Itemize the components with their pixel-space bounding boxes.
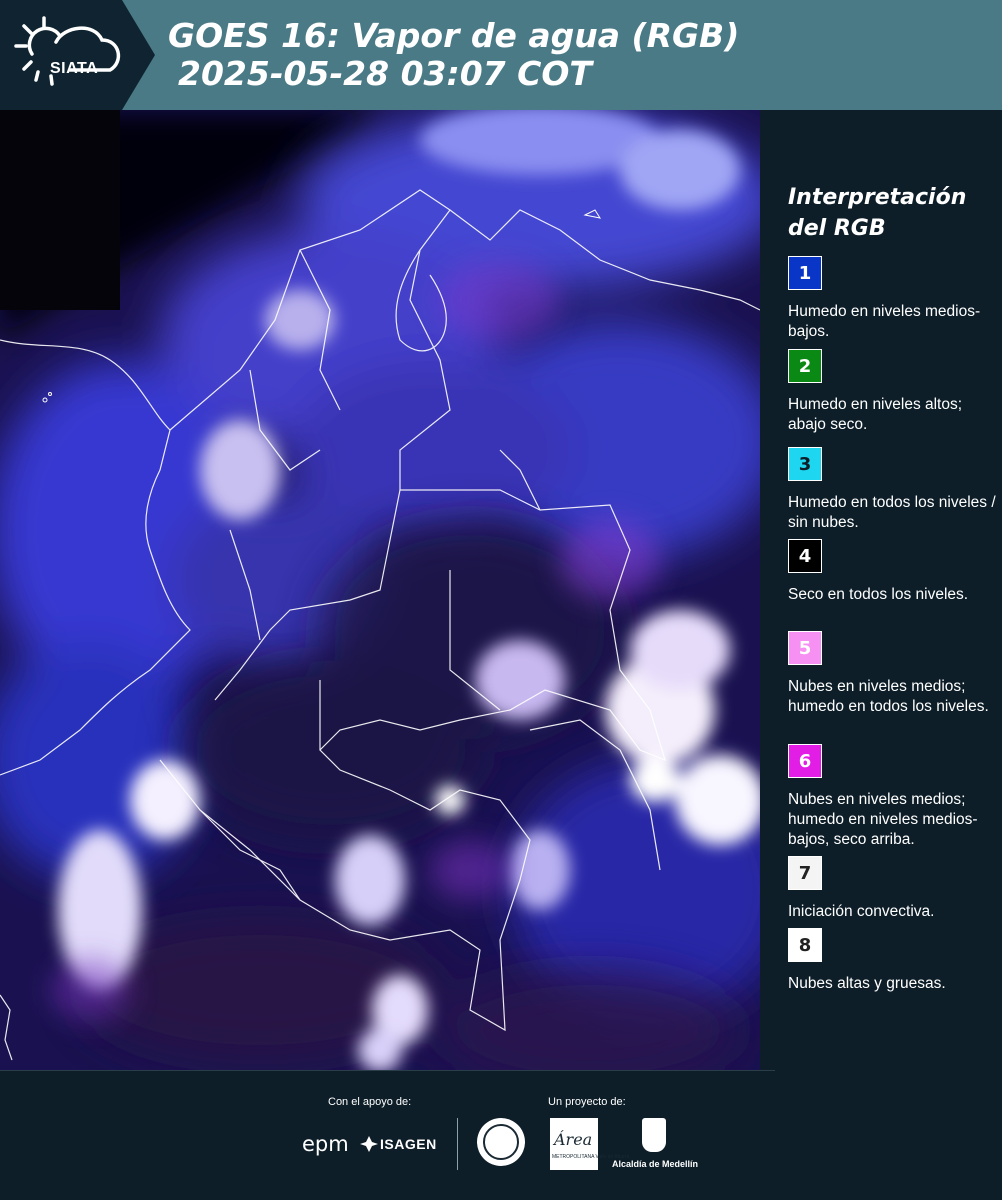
legend-item-8: 8 Nubes altas y gruesas. [788,928,998,994]
area-logo-text: Área [554,1130,593,1149]
legend-panel: Interpretación del RGB 1 Humedo en nivel… [760,110,1002,1070]
legend-swatch: 8 [788,928,822,962]
sun-cloud-icon [14,16,121,86]
support-label: Con el apoyo de: [328,1096,412,1108]
legend-title: Interpretación del RGB [788,182,966,244]
legend-number: 1 [798,262,812,284]
footer-divider [457,1118,458,1170]
legend-item-1: 1 Humedo en niveles medios-bajos. [788,256,998,342]
legend-item-4: 4 Seco en todos los niveles. [788,539,998,605]
legend-number: 2 [798,355,812,377]
legend-swatch: 7 [788,856,822,890]
alcaldia-logo-text: Alcaldía de Medellín [612,1159,699,1169]
legend-item-2: 2 Humedo en niveles altos; abajo seco. [788,349,998,435]
legend-label: Nubes en niveles medios; humedo en nivel… [788,791,978,848]
seal-logo [477,1118,525,1166]
area-metropolitana-logo: Área METROPOLITANA Valle de Aburrá [550,1118,629,1170]
legend-title-line1: Interpretación [788,185,967,210]
logo-text: SIATA [50,60,99,77]
legend-label: Nubes altas y gruesas. [788,975,946,992]
legend-swatch: 3 [788,447,822,481]
legend-item-6: 6 Nubes en niveles medios; humedo en niv… [788,744,998,850]
legend-item-5: 5 Nubes en niveles medios; humedo en tod… [788,631,998,717]
legend-item-3: 3 Humedo en todos los niveles / sin nube… [788,447,998,533]
legend-label: Seco en todos los niveles. [788,586,969,603]
legend-label: Humedo en niveles medios-bajos. [788,303,981,340]
legend-swatch: 2 [788,349,822,383]
isagen-logo: ISAGEN [380,1136,437,1152]
legend-label: Iniciación convectiva. [788,903,935,920]
siata-logo: SIATA [14,14,126,94]
legend-label: Humedo en niveles altos; abajo seco. [788,396,963,433]
page-timestamp: 2025-05-28 03:07 COT [178,54,592,93]
footer: Con el apoyo de: Un proyecto de: epm ISA… [0,1070,1002,1200]
legend-item-7: 7 Iniciación convectiva. [788,856,998,922]
legend-title-line2: del RGB [788,216,886,241]
legend-label: Nubes en niveles medios; humedo en todos… [788,678,989,715]
legend-number: 6 [798,750,812,772]
legend-number: 5 [798,637,812,659]
legend-swatch: 4 [788,539,822,573]
page-title: GOES 16: Vapor de agua (RGB) [168,16,740,55]
legend-swatch: 6 [788,744,822,778]
epm-logo: epm [302,1132,349,1156]
isagen-icon [360,1136,378,1152]
legend-swatch: 1 [788,256,822,290]
legend-number: 4 [798,545,812,567]
seal-ring [483,1124,519,1160]
legend-number: 3 [798,453,812,475]
legend-swatch: 5 [788,631,822,665]
satellite-map-image [0,110,760,1070]
header: SIATA GOES 16: Vapor de agua (RGB) 2025-… [0,0,1002,110]
legend-label: Humedo en todos los niveles / sin nubes. [788,494,996,531]
legend-number: 8 [798,934,812,956]
legend-number: 7 [798,862,812,884]
project-label: Un proyecto de: [548,1096,626,1108]
footer-divider-line [0,1070,775,1071]
medellin-crest-icon [642,1118,666,1152]
